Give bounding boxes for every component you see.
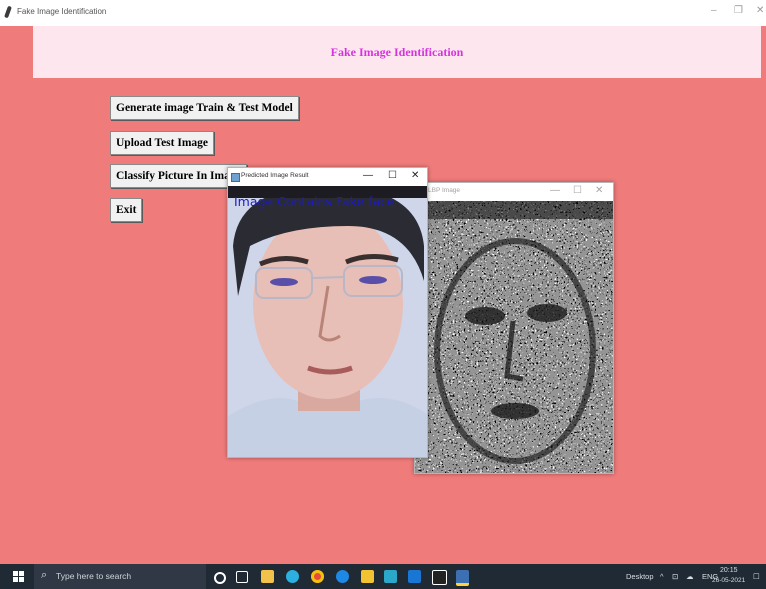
- task-view-icon[interactable]: [236, 571, 248, 583]
- face-photo: Image Contains Fake face: [228, 186, 427, 457]
- app-feather-icon: [4, 5, 12, 19]
- maximize-icon[interactable]: ☐: [573, 185, 582, 196]
- network-icon[interactable]: ⊡: [672, 572, 678, 581]
- chrome-icon[interactable]: [311, 570, 324, 583]
- minimize-icon[interactable]: –: [711, 5, 717, 16]
- clock-time[interactable]: 20:15: [720, 567, 738, 574]
- window-app-icon: [231, 173, 240, 182]
- taskbar: ⌕ Type here to search Desktop ^ ⊡ ☁ ENG …: [0, 564, 766, 589]
- taskbar-search-box[interactable]: ⌕ Type here to search: [34, 564, 206, 589]
- close-icon[interactable]: ✕: [411, 170, 419, 181]
- onedrive-icon[interactable]: ☁: [686, 572, 694, 581]
- notifications-icon[interactable]: ☐: [753, 572, 760, 581]
- predicted-window-title-bar[interactable]: Predicted Image Result — ☐ ✕: [228, 168, 427, 186]
- python-icon[interactable]: [456, 570, 469, 586]
- terminal-icon[interactable]: [432, 570, 447, 585]
- lbp-image: [415, 201, 613, 473]
- app-window-title: Fake Image Identification: [17, 7, 107, 16]
- prediction-result-text: Image Contains Fake face: [234, 194, 395, 209]
- search-icon: ⌕: [41, 569, 48, 581]
- store-icon[interactable]: [261, 570, 274, 583]
- lbp-image-window[interactable]: LBP Image — ☐ ✕: [414, 182, 614, 474]
- edge-icon[interactable]: [286, 570, 299, 583]
- predicted-image-window[interactable]: Predicted Image Result — ☐ ✕ Image Conta…: [227, 167, 428, 458]
- upload-image-button[interactable]: Upload Test Image: [110, 131, 215, 155]
- desktop-toolbar-label[interactable]: Desktop: [626, 572, 654, 581]
- mail-icon[interactable]: [336, 570, 349, 583]
- lbp-window-title: LBP Image: [428, 187, 461, 194]
- header-banner: Fake Image Identification: [33, 26, 761, 78]
- file-explorer-icon[interactable]: [361, 570, 374, 583]
- close-icon[interactable]: ✕: [756, 5, 764, 16]
- outlook-icon[interactable]: [408, 570, 421, 583]
- cortana-icon[interactable]: [214, 572, 226, 584]
- page-title: Fake Image Identification: [330, 45, 464, 59]
- predicted-window-title: Predicted Image Result: [241, 172, 309, 179]
- search-placeholder: Type here to search: [56, 571, 132, 581]
- close-icon[interactable]: ✕: [595, 185, 603, 196]
- app-title-bar[interactable]: Fake Image Identification – ❐ ✕: [0, 0, 766, 26]
- maximize-icon[interactable]: ☐: [388, 170, 397, 181]
- exit-button[interactable]: Exit: [110, 198, 143, 222]
- clock-date[interactable]: 26-05-2021: [712, 577, 745, 584]
- minimize-icon[interactable]: —: [550, 185, 560, 196]
- generate-model-button[interactable]: Generate image Train & Test Model: [110, 96, 299, 120]
- maximize-icon[interactable]: ❐: [734, 5, 743, 16]
- minimize-icon[interactable]: —: [363, 170, 373, 181]
- chevron-up-icon[interactable]: ^: [660, 572, 664, 581]
- stack-icon[interactable]: [384, 570, 397, 583]
- lbp-window-title-bar[interactable]: LBP Image — ☐ ✕: [415, 183, 613, 201]
- windows-start-icon[interactable]: [13, 571, 24, 582]
